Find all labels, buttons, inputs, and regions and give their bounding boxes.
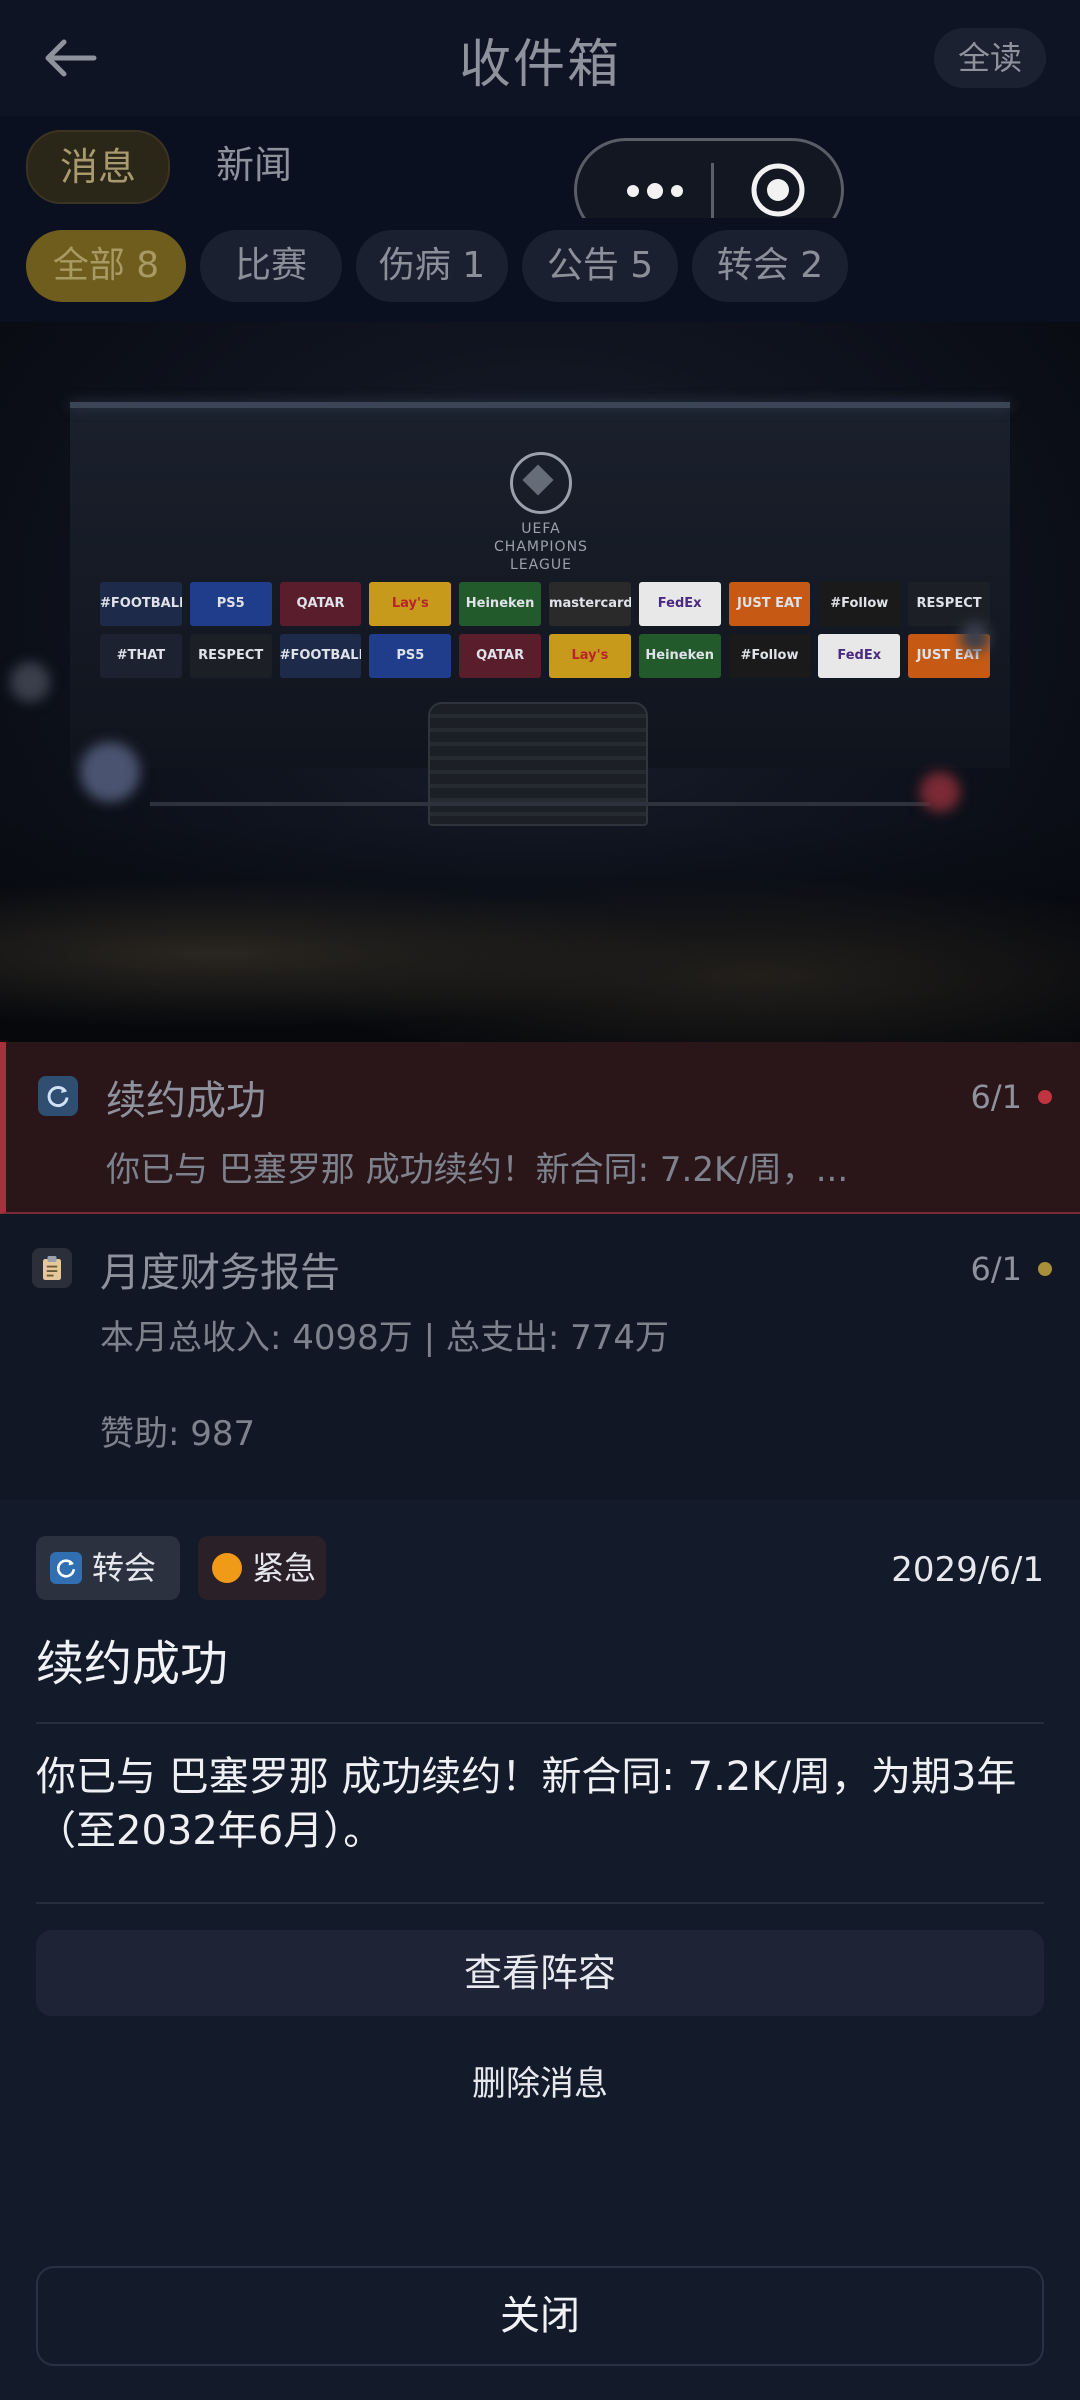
transfer-tag-label: 转会 xyxy=(92,1549,157,1587)
message-preview-line2: 赞助: 987 xyxy=(100,1414,256,1454)
bokeh-light xyxy=(80,742,140,802)
refresh-icon xyxy=(50,1552,82,1584)
sponsor-logo: #Follow xyxy=(728,634,811,678)
crowd-silhouette xyxy=(0,822,1080,1042)
message-title: 月度财务报告 xyxy=(100,1250,340,1296)
refresh-icon xyxy=(38,1076,78,1116)
sponsor-logo: #FOOTBALL xyxy=(279,634,362,678)
sponsor-logo: FedEx xyxy=(818,634,901,678)
sponsor-logo: #Follow xyxy=(818,582,901,626)
message-detail-sheet: 转会 紧急 2029/6/1 续约成功 你已与 巴塞罗那 成功续约！新合同: 7… xyxy=(0,1500,1080,2400)
starball-icon xyxy=(510,452,572,514)
sponsor-logo: Lay's xyxy=(369,582,452,626)
transfer-tag: 转会 xyxy=(36,1536,180,1600)
message-preview: 你已与 巴塞罗那 成功续约！新合同: 7.2K/周，... xyxy=(106,1150,849,1190)
inbox-page: 收件箱 全读 消息 新闻 全部 8 比赛 伤病 1 公告 5 转会 2 UEFA… xyxy=(0,0,1080,2400)
logo-text-1: UEFA xyxy=(521,521,561,537)
message-item[interactable]: 续约成功 6/1 你已与 巴塞罗那 成功续约！新合同: 7.2K/周，... xyxy=(0,1042,1080,1214)
page-title: 收件箱 xyxy=(458,35,621,95)
sponsor-logo: QATAR xyxy=(459,634,541,678)
sponsor-logo: QATAR xyxy=(279,582,362,626)
view-lineup-button[interactable]: 查看阵容 xyxy=(36,1930,1044,2016)
filter-bar: 全部 8 比赛 伤病 1 公告 5 转会 2 xyxy=(0,218,1080,322)
read-all-button[interactable]: 全读 xyxy=(934,28,1046,88)
tab-news[interactable]: 新闻 xyxy=(184,130,324,200)
sponsor-logo: RESPECT xyxy=(189,634,272,678)
clipboard-icon xyxy=(32,1248,72,1288)
tab-bar: 消息 新闻 xyxy=(0,116,1080,218)
desk xyxy=(150,802,930,806)
unread-dot xyxy=(1038,1090,1052,1104)
bokeh-light xyxy=(10,662,50,702)
bokeh-light xyxy=(920,772,960,812)
sponsor-logo: mastercard xyxy=(548,582,631,626)
sponsor-logo: Heineken xyxy=(638,634,721,678)
delete-message-button[interactable]: 删除消息 xyxy=(0,2056,1080,2105)
logo-text-2: CHAMPIONS xyxy=(494,539,588,555)
detail-date: 2029/6/1 xyxy=(891,1550,1044,1590)
bokeh-light xyxy=(960,622,990,652)
filter-match[interactable]: 比赛 xyxy=(200,230,342,302)
champions-league-logo: UEFA CHAMPIONS LEAGUE xyxy=(476,452,606,574)
urgent-tag-label: 紧急 xyxy=(252,1549,317,1587)
sponsor-board: #FOOTBALL PS5 QATAR Lay's Heineken maste… xyxy=(100,582,990,686)
filter-transfer[interactable]: 转会 2 xyxy=(692,230,848,302)
chair xyxy=(428,702,648,826)
orange-dot-icon xyxy=(212,1553,242,1583)
divider xyxy=(36,1722,1044,1724)
message-date: 6/1 xyxy=(970,1078,1023,1116)
sponsor-logo: #THAT xyxy=(100,634,182,678)
urgent-tag: 紧急 xyxy=(198,1536,326,1600)
sponsor-logo: PS5 xyxy=(189,582,272,626)
sponsor-logo: JUST EAT xyxy=(728,582,811,626)
logo-text-3: LEAGUE xyxy=(510,557,572,573)
sponsor-logo: Lay's xyxy=(548,634,631,678)
filter-announcement[interactable]: 公告 5 xyxy=(522,230,678,302)
detail-title: 续约成功 xyxy=(36,1636,229,1692)
more-icon[interactable] xyxy=(615,169,695,213)
message-date: 6/1 xyxy=(970,1250,1023,1288)
close-miniprogram-icon[interactable] xyxy=(749,161,807,219)
sponsor-logo: RESPECT xyxy=(908,582,990,626)
filter-all[interactable]: 全部 8 xyxy=(26,230,186,302)
detail-body: 你已与 巴塞罗那 成功续约！新合同: 7.2K/周，为期3年（至2032年6月）… xyxy=(36,1754,1017,1854)
capsule-divider xyxy=(711,163,714,223)
divider xyxy=(36,1902,1044,1904)
message-preview-line1: 本月总收入: 4098万 | 总支出: 774万 xyxy=(100,1318,670,1358)
filter-injury[interactable]: 伤病 1 xyxy=(356,230,508,302)
unread-dot xyxy=(1038,1262,1052,1276)
ceiling-light xyxy=(70,402,1010,408)
sponsor-logo: #FOOTBALL xyxy=(100,582,182,626)
sponsor-logo: PS5 xyxy=(369,634,452,678)
message-item[interactable]: 月度财务报告 6/1 本月总收入: 4098万 | 总支出: 774万 赞助: … xyxy=(0,1214,1080,1500)
header: 收件箱 全读 xyxy=(0,0,1080,116)
press-room-image: UEFA CHAMPIONS LEAGUE #FOOTBALL PS5 QATA… xyxy=(0,322,1080,1042)
message-title: 续约成功 xyxy=(106,1078,266,1124)
sponsor-logo: FedEx xyxy=(638,582,721,626)
tab-messages[interactable]: 消息 xyxy=(26,130,170,204)
sponsor-logo: Heineken xyxy=(459,582,541,626)
close-button[interactable]: 关闭 xyxy=(36,2266,1044,2366)
